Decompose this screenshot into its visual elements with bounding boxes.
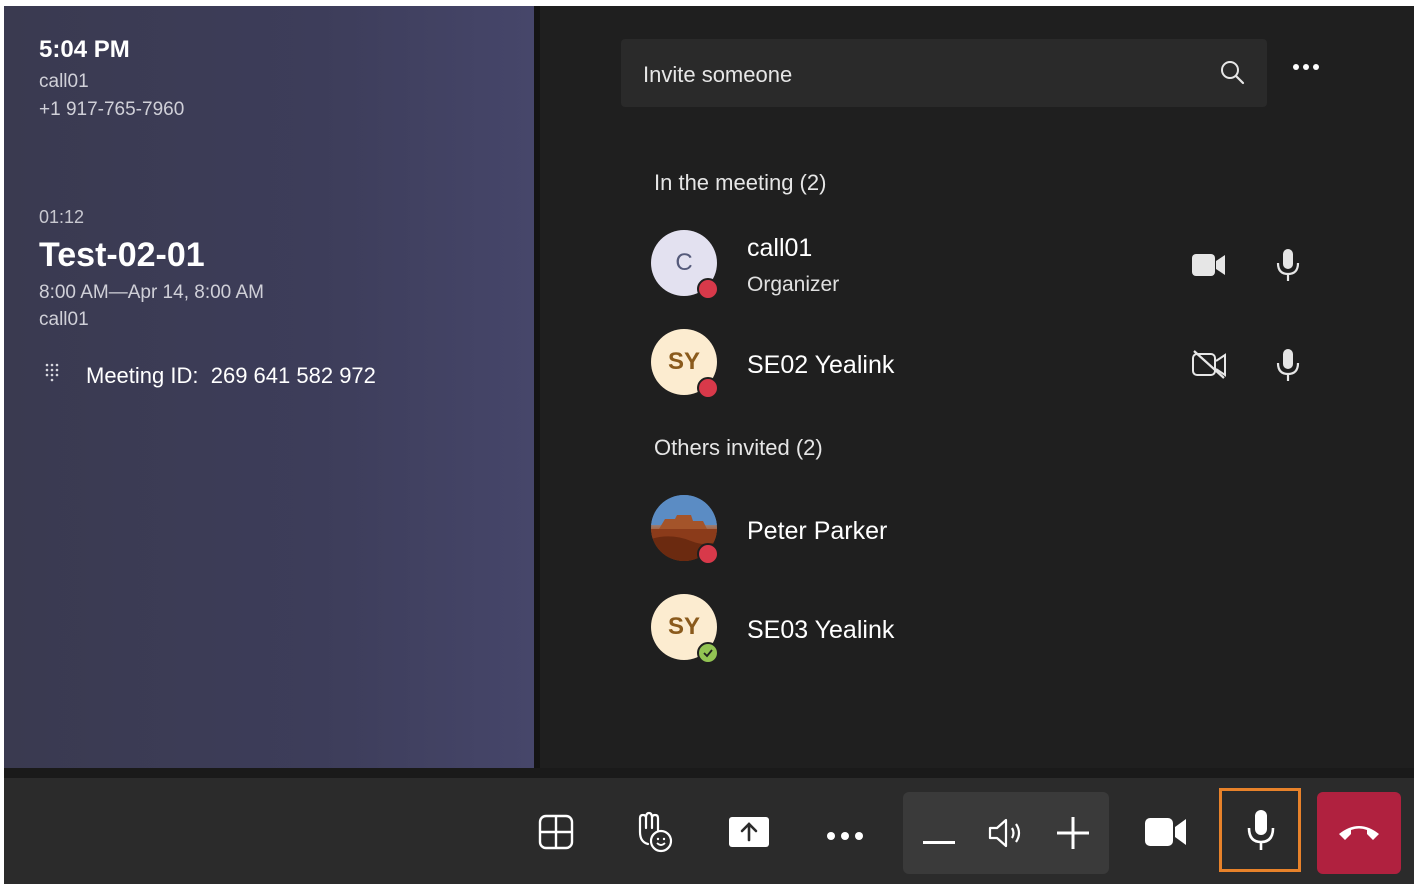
status-busy-icon [697,377,719,399]
raise-hand-icon[interactable] [632,810,676,859]
share-icon[interactable] [728,816,770,853]
microphone-on-icon [1275,248,1301,287]
hang-up-icon [1337,822,1381,847]
hang-up-button[interactable] [1317,792,1401,874]
participant-name: SE02 Yealink [747,351,895,379]
video-off-icon [1191,349,1227,384]
meeting-id-label: Meeting ID: [86,363,199,388]
volume-up-icon[interactable] [1057,817,1089,854]
toolbar-separator [4,768,1414,778]
search-icon[interactable] [1219,59,1245,90]
meeting-id-value: 269 641 582 972 [210,363,376,388]
speaker-icon [987,817,1025,854]
microphone-on-icon [1275,348,1301,387]
in-meeting-heading: In the meeting (2) [654,170,827,195]
meeting-window: 5:04 PM call01 +1 917-765-7960 01:12 Tes… [4,6,1414,884]
more-icon[interactable] [826,828,864,846]
call-duration: 01:12 [39,207,85,227]
meeting-time: 8:00 AM—Apr 14, 8:00 AM [39,282,264,303]
invite-search-box[interactable]: Invite someone [621,39,1267,107]
meeting-title: Test-02-01 [39,236,205,274]
invited-row[interactable]: SY SE03 Yealink [651,594,1351,664]
account-name: call01 [39,71,89,92]
meeting-id: Meeting ID: 269 641 582 972 [86,363,376,389]
participant-row[interactable]: C call01 Organizer [651,230,1351,300]
call-toolbar [4,778,1414,884]
avatar-initials: C [675,249,693,276]
status-busy-icon [697,543,719,565]
participant-row[interactable]: SY SE02 Yealink [651,329,1351,399]
participants-panel: Invite someone In the meeting (2) C call… [540,6,1414,770]
status-busy-icon [697,278,719,300]
avatar-initials: SY [667,348,700,375]
clock-time: 5:04 PM [39,36,130,63]
dialpad-icon [42,362,62,382]
avatar-initials: SY [667,613,700,640]
invite-placeholder: Invite someone [643,62,793,87]
invited-name: Peter Parker [747,517,888,545]
layout-icon[interactable] [538,814,574,855]
meeting-organizer: call01 [39,309,89,330]
video-on-icon [1191,252,1227,283]
microphone-button[interactable] [1219,788,1301,872]
others-invited-heading: Others invited (2) [654,435,823,460]
more-options-icon[interactable] [1292,58,1320,76]
phone-number: +1 917-765-7960 [39,99,185,120]
volume-down-icon[interactable] [923,832,955,850]
invited-name: SE03 Yealink [747,616,895,644]
camera-icon[interactable] [1144,816,1188,853]
participant-name: call01 [747,234,813,262]
volume-control [903,792,1109,874]
meeting-info-panel: 5:04 PM call01 +1 917-765-7960 01:12 Tes… [4,6,534,768]
status-available-icon [697,642,719,664]
microphone-icon [1246,809,1276,856]
invited-row[interactable]: Peter Parker [651,495,1351,565]
participant-role: Organizer [747,273,840,296]
